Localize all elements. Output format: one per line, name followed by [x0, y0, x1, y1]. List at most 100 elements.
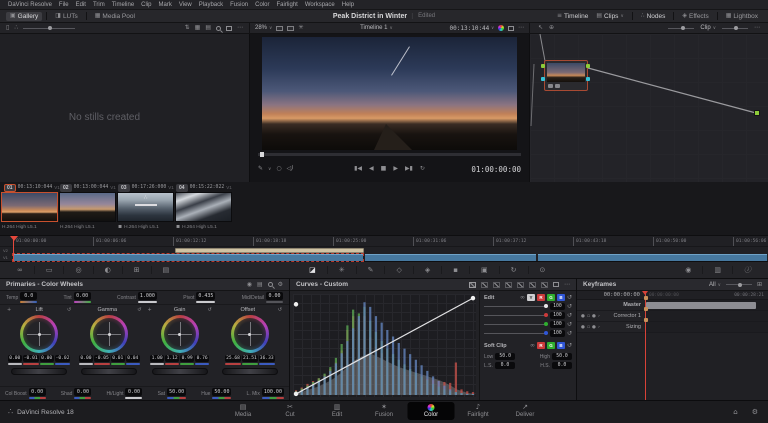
channel-r-button[interactable]: R [536, 294, 545, 301]
keyframe-zoom-slider[interactable] [725, 282, 752, 287]
param-value[interactable]: 0.00 [74, 388, 92, 397]
reset-icon[interactable]: ↺ [567, 330, 572, 337]
node-zoom-slider[interactable] [668, 26, 695, 30]
keyframe-row-master[interactable]: Master [577, 300, 768, 311]
more-options-icon[interactable]: ⋯ [754, 25, 760, 31]
luts-button[interactable]: ◨ LUTs [51, 12, 81, 21]
gain-y-value[interactable]: 1.00 [150, 355, 165, 362]
gain-r-value[interactable]: 1.12 [165, 355, 180, 362]
r-curve-slider[interactable] [484, 313, 548, 317]
softclip-g-button[interactable]: G [546, 342, 555, 349]
keyframe-filter-select[interactable]: All ∨ [709, 282, 721, 288]
solo-dot-icon[interactable]: ● [592, 314, 596, 319]
channel-b-button[interactable]: B [556, 294, 565, 301]
menu-item[interactable]: Fairlight [273, 2, 300, 8]
power-window-icon[interactable]: ◈ [414, 266, 443, 274]
clip-card[interactable]: 04 00:15:22:022 V1 ▪ H.264 High L5.1 [175, 183, 232, 235]
gamma-y-value[interactable]: 0.00 [78, 355, 93, 362]
thumbnail-size-slider[interactable] [23, 26, 76, 30]
reset-icon[interactable]: ↺ [567, 342, 572, 349]
reset-icon[interactable]: ↺ [137, 307, 141, 313]
timeline-tracks[interactable]: V2 V1 [0, 247, 768, 262]
node-editor[interactable] [530, 34, 768, 182]
high-value[interactable]: 50.0 [552, 353, 572, 360]
expand-chevron-icon[interactable]: › [598, 325, 600, 330]
lift-color-wheel[interactable] [20, 315, 59, 353]
highlight-icon[interactable]: ◉ [674, 266, 704, 274]
clip-card[interactable]: 03 00:17:26:000 V1 ∴ ▪ H.264 High L5.1 [117, 183, 174, 235]
node-output-rgb-dot[interactable] [586, 64, 590, 68]
enable-dot-icon[interactable]: ● [581, 314, 585, 319]
clip-card[interactable]: 02 00:13:00:044 V1 H.264 High L5.1 [59, 183, 116, 235]
clip-thumbnail[interactable]: ∴ [117, 192, 174, 222]
tracker-target-icon[interactable]: ◎ [64, 266, 94, 274]
menu-item[interactable]: Mark [156, 2, 175, 8]
hue-vs-lum-icon[interactable] [505, 281, 512, 288]
audio-mute-icon[interactable]: ◁) [287, 166, 294, 172]
search-icon[interactable] [216, 25, 221, 31]
tab-deliver[interactable]: ↗ Deliver [502, 402, 549, 420]
curve-graph[interactable] [293, 294, 476, 397]
menu-item[interactable]: Playback [196, 2, 226, 8]
sort-icon[interactable]: ⇅ [185, 25, 190, 31]
wipe-icon[interactable]: ▭ [35, 266, 65, 274]
solo-dot-icon[interactable]: ● [592, 325, 596, 330]
param-value[interactable]: 0.435 [196, 292, 216, 301]
hue-vs-hue-icon[interactable] [481, 281, 488, 288]
param-value[interactable]: 50.00 [212, 388, 232, 397]
softclip-b-button[interactable]: B [556, 342, 565, 349]
auto-balance-icon[interactable]: ◉ [247, 281, 252, 288]
corrector-node[interactable] [544, 60, 588, 91]
offset-r-value[interactable]: 25.68 [225, 355, 241, 362]
menu-item[interactable]: Workspace [302, 2, 338, 8]
menu-item[interactable]: DaVinci Resolve [5, 2, 55, 8]
param-value[interactable]: 1.000 [137, 292, 157, 301]
go-to-start-button[interactable]: ▮◀ [354, 166, 362, 172]
timeline-clip-v1[interactable] [365, 254, 536, 261]
offset-color-wheel[interactable] [230, 315, 269, 353]
gain-master-wheel[interactable] [151, 367, 208, 375]
gain-g-value[interactable]: 0.99 [180, 355, 195, 362]
node-pan-slider[interactable] [722, 26, 748, 30]
node-output-key-dot[interactable] [586, 77, 590, 81]
color-wheel-icon[interactable] [498, 25, 505, 31]
clip-thumbnail[interactable] [175, 192, 232, 222]
b-curve-slider[interactable] [484, 331, 548, 335]
link-icon[interactable]: ∞ [520, 294, 525, 301]
pointer-tool-icon[interactable]: ↖ [538, 25, 543, 31]
tab-color[interactable]: Color [407, 402, 455, 420]
reset-icon[interactable]: ↺ [208, 307, 212, 313]
tracker-tool-icon[interactable]: ↻ [500, 266, 529, 274]
tab-cut[interactable]: ✂ Cut [267, 402, 314, 420]
reset-icon[interactable]: ↺ [567, 312, 572, 319]
keyframe-dot[interactable] [643, 318, 648, 322]
key-tool-icon[interactable]: ▣ [470, 266, 500, 274]
gain-color-wheel[interactable] [160, 315, 199, 353]
source-timecode-field[interactable]: 00:13:10:44 ∨ [450, 25, 494, 32]
menu-item[interactable]: Trim [90, 2, 108, 8]
tab-edit[interactable]: ▥ Edit [314, 402, 361, 420]
info-icon[interactable]: ⓘ [733, 265, 762, 275]
param-value[interactable]: 0.0 [20, 292, 38, 301]
expand-icon[interactable] [226, 25, 232, 31]
more-options-icon[interactable]: ⋯ [518, 25, 524, 31]
tab-fairlight[interactable]: ♪ Fairlight [455, 402, 502, 420]
low-softness-value[interactable]: 0.0 [494, 362, 515, 369]
color-wheels-tool-icon[interactable]: ◪ [298, 266, 328, 274]
timeline-ruler[interactable]: 01:00:00:00 01:00:06:06 01:00:12:12 01:0… [0, 236, 768, 247]
param-value[interactable]: 0.00 [73, 292, 91, 301]
offset-b-value[interactable]: 36.33 [258, 355, 275, 362]
sizing-tool-icon[interactable]: ⊙ [529, 266, 557, 274]
hue-vs-sat-icon[interactable] [493, 281, 500, 288]
viewer-image[interactable] [262, 37, 517, 150]
enhanced-viewer-icon[interactable]: ✳ [298, 25, 303, 31]
blur-tool-icon[interactable]: ▪ [442, 266, 470, 274]
gamma-master-wheel[interactable] [81, 367, 138, 375]
nodes-toggle-button[interactable]: ∴ Nodes [637, 12, 670, 21]
grab-tool-icon[interactable]: ⊕ [549, 25, 554, 31]
more-options-icon[interactable]: ⋯ [237, 25, 243, 31]
menu-item[interactable]: Edit [73, 2, 89, 8]
viewer-zoom-select[interactable]: 28% ∨ [255, 25, 272, 31]
channel-g-button[interactable]: G [546, 294, 555, 301]
expand-chevron-icon[interactable]: › [598, 314, 600, 319]
